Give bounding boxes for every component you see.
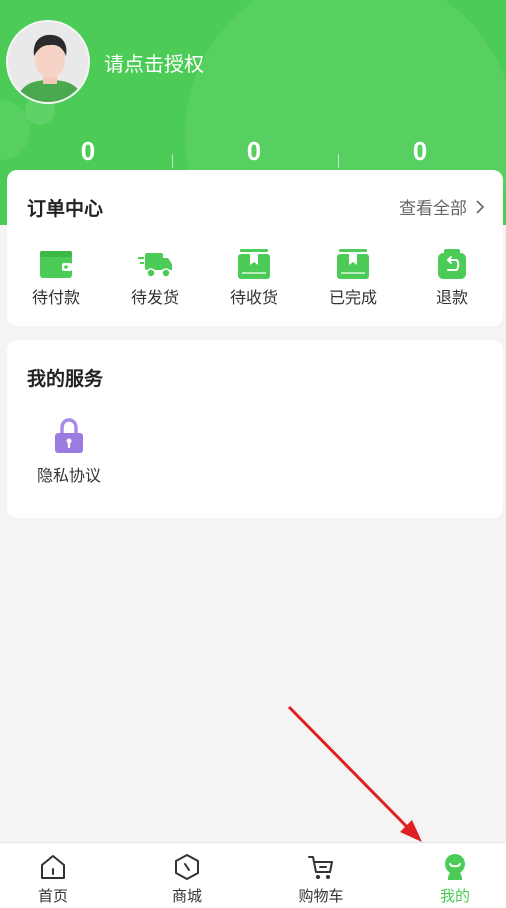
chevron-right-icon [476, 199, 485, 214]
authorize-prompt[interactable]: 请点击授权 [104, 48, 204, 77]
order-status-pending-shipment[interactable]: 待发货 [115, 248, 195, 308]
stat-divider [172, 154, 173, 168]
wallet-icon [40, 251, 72, 278]
cart-icon [308, 856, 333, 879]
annotation-arrow-icon [287, 705, 422, 842]
avatar[interactable] [6, 20, 90, 104]
nav-mall[interactable]: 商城 [137, 853, 237, 906]
mall-icon [175, 854, 199, 880]
order-status-label: 退款 [435, 288, 468, 307]
profile-icon [445, 854, 465, 880]
order-status-pending-payment[interactable]: 待付款 [16, 248, 96, 308]
view-all-label: 查看全部 [399, 199, 467, 219]
nav-label: 购物车 [298, 887, 344, 905]
nav-cart[interactable]: 购物车 [271, 853, 371, 906]
stat-divider [338, 154, 339, 168]
privacy-policy-item[interactable]: 隐私协议 [29, 418, 109, 486]
nav-label: 商城 [171, 887, 202, 905]
order-status-refund[interactable]: 退款 [412, 248, 492, 308]
lock-icon [55, 418, 83, 453]
stats-row: 0 0 0 [0, 136, 506, 172]
package-box-icon [337, 249, 369, 279]
delivery-truck-icon [138, 253, 172, 278]
profile-page: 请点击授权 0 0 0 订单中心 查看全部 待付款 待发货 待收货 已完成 退款… [0, 0, 506, 908]
order-status-row: 待付款 待发货 待收货 已完成 退款 [7, 248, 503, 308]
package-box-icon [238, 249, 270, 279]
order-center-card: 订单中心 查看全部 待付款 待发货 待收货 已完成 退款 [7, 170, 503, 326]
avatar-image [8, 22, 88, 102]
nav-profile[interactable]: 我的 [405, 853, 505, 906]
nav-home[interactable]: 首页 [3, 853, 103, 906]
nav-label: 首页 [37, 887, 68, 905]
bottom-navigation: 首页 商城 购物车 我的 [0, 842, 506, 908]
order-center-title: 订单中心 [27, 198, 104, 220]
order-status-label: 已完成 [328, 288, 377, 307]
order-status-label: 待发货 [130, 288, 179, 307]
view-all-orders-link[interactable]: 查看全部 [399, 194, 487, 219]
order-status-completed[interactable]: 已完成 [313, 248, 393, 308]
home-icon [41, 855, 65, 879]
order-status-pending-receipt[interactable]: 待收货 [214, 248, 294, 308]
nav-label: 我的 [439, 887, 470, 905]
stat-value[interactable]: 0 [390, 136, 450, 167]
order-status-label: 待付款 [31, 288, 80, 307]
order-status-label: 待收货 [229, 288, 278, 307]
my-services-title: 我的服务 [27, 368, 104, 390]
refund-bag-icon [438, 249, 466, 279]
my-services-card: 我的服务 隐私协议 [7, 340, 503, 518]
stat-value[interactable]: 0 [58, 136, 118, 167]
privacy-policy-label: 隐私协议 [36, 466, 101, 485]
stat-value[interactable]: 0 [224, 136, 284, 167]
